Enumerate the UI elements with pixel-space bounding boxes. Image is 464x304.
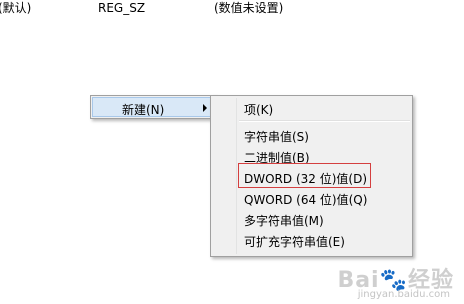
chevron-right-icon — [203, 104, 207, 112]
submenu-item-label: 二进制值(B) — [244, 151, 310, 165]
submenu-item-expandable-string-value[interactable]: 可扩充字符串值(E) — [212, 230, 411, 250]
submenu-item-binary-value[interactable]: 二进制值(B) — [212, 146, 411, 166]
value-name: (默认) — [0, 1, 32, 15]
context-menu: 新建(N) — [90, 95, 217, 119]
submenu-item-label: QWORD (64 位)值(Q) — [244, 193, 368, 207]
value-type: REG_SZ — [98, 1, 146, 15]
value-data: (数值未设置) — [214, 1, 284, 15]
submenu-item-string-value[interactable]: 字符串值(S) — [212, 125, 411, 145]
submenu-item-label: DWORD (32 位)值(D) — [244, 172, 367, 186]
submenu-item-dword-value[interactable]: DWORD (32 位)值(D) — [212, 167, 411, 187]
submenu-item-qword-value[interactable]: QWORD (64 位)值(Q) — [212, 188, 411, 208]
watermark-url: jingyan.baidu.com — [357, 289, 450, 300]
submenu-item-label: 字符串值(S) — [244, 130, 309, 144]
menu-item-new[interactable]: 新建(N) — [92, 97, 215, 117]
submenu-item-key[interactable]: 项(K) — [212, 98, 411, 118]
menu-item-new-label: 新建(N) — [122, 103, 165, 117]
submenu-item-label: 项(K) — [244, 103, 274, 117]
menu-separator — [239, 120, 410, 122]
submenu-item-label: 可扩充字符串值(E) — [244, 235, 345, 249]
submenu-item-label: 多字符串值(M) — [244, 214, 324, 228]
new-submenu: 项(K) 字符串值(S) 二进制值(B) DWORD (32 位)值(D) QW… — [210, 95, 413, 257]
submenu-item-multi-string-value[interactable]: 多字符串值(M) — [212, 209, 411, 229]
